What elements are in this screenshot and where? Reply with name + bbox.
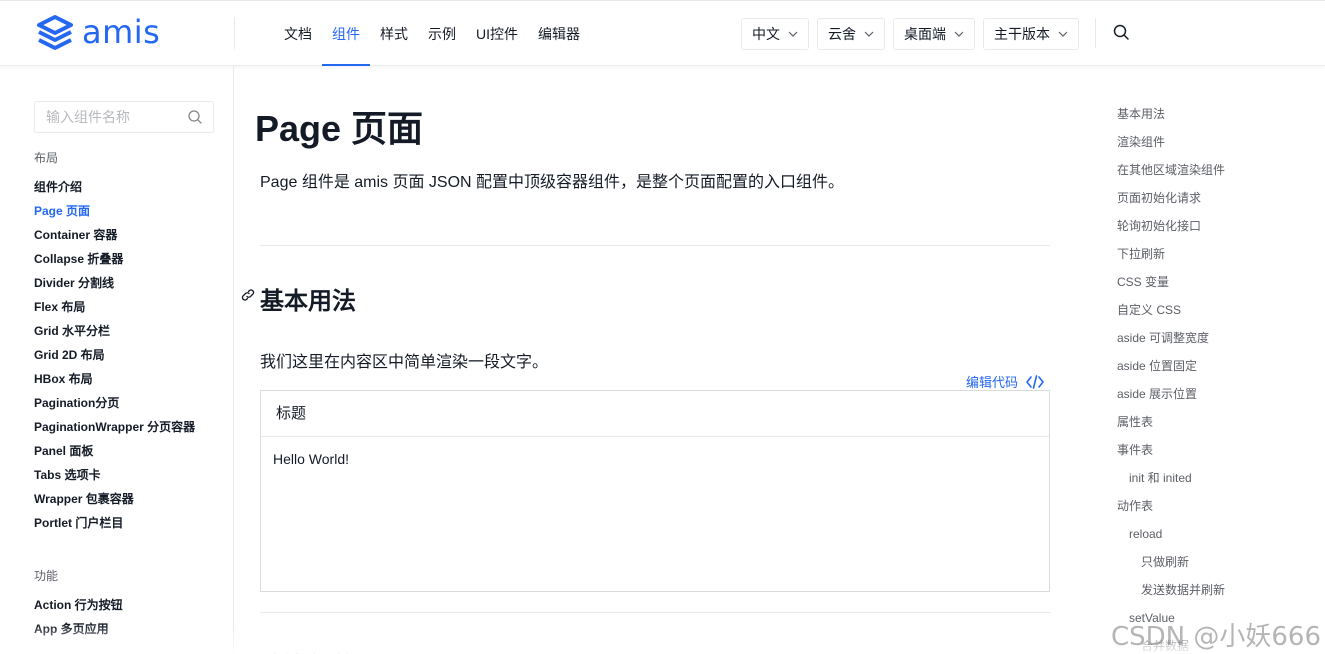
main-nav: 文档 组件 样式 示例 UI控件 编辑器: [274, 1, 590, 66]
preview-page-title: 标题: [261, 391, 1049, 437]
toc-item[interactable]: aside 位置固定: [1117, 352, 1225, 380]
toc-item[interactable]: init 和 inited: [1117, 464, 1225, 492]
version-select[interactable]: 主干版本: [983, 18, 1079, 50]
menu-item-collapse[interactable]: Collapse 折叠器: [34, 247, 195, 271]
toc-item[interactable]: 在其他区域渲染组件: [1117, 156, 1225, 184]
toc-item[interactable]: 下拉刷新: [1117, 240, 1225, 268]
menu-item-intro[interactable]: 组件介绍: [34, 175, 195, 199]
component-search[interactable]: [34, 101, 214, 133]
component-sidebar: 布局 组件介绍 Page 页面 Container 容器 Collapse 折叠…: [0, 66, 234, 654]
menu-item-pagination-wrapper[interactable]: PaginationWrapper 分页容器: [34, 415, 195, 439]
nav-editor[interactable]: 编辑器: [528, 1, 590, 66]
amis-logo[interactable]: amis: [34, 13, 160, 55]
amis-logo-icon: [37, 15, 73, 50]
chevron-down-icon: [954, 31, 964, 37]
platform-select[interactable]: 桌面端: [893, 18, 975, 50]
search-icon[interactable]: [187, 109, 203, 125]
page-title: Page 页面: [255, 108, 424, 149]
top-header: amis 文档 组件 样式 示例 UI控件 编辑器 中文 云舍 桌面端 主干版本: [0, 0, 1325, 66]
toc-item[interactable]: 基本用法: [1117, 100, 1225, 128]
menu-item-tabs[interactable]: Tabs 选项卡: [34, 463, 195, 487]
page-intro: Page 组件是 amis 页面 JSON 配置中顶级容器组件，是整个页面配置的…: [260, 174, 845, 191]
preview-page-body: Hello World!: [273, 451, 349, 467]
section-text: 我们这里在内容区中简单渲染一段文字。: [260, 354, 549, 371]
section-title-basic-usage: 基本用法: [260, 288, 356, 315]
language-select-value: 中文: [752, 26, 780, 42]
toc-item[interactable]: 动作表: [1117, 492, 1225, 520]
nav-components[interactable]: 组件: [322, 1, 370, 66]
theme-select[interactable]: 云舍: [817, 18, 885, 50]
component-search-input[interactable]: [35, 102, 175, 132]
menu-item-app[interactable]: App 多页应用: [34, 617, 123, 641]
edit-code-label: 编辑代码: [966, 375, 1019, 390]
toc-item[interactable]: 页面初始化请求: [1117, 184, 1225, 212]
toc-item[interactable]: aside 可调整宽度: [1117, 324, 1225, 352]
toc-item[interactable]: 事件表: [1117, 436, 1225, 464]
menu-item-flex[interactable]: Flex 布局: [34, 295, 195, 319]
chevron-down-icon: [788, 31, 798, 37]
code-icon: [1026, 374, 1044, 389]
toc-item[interactable]: reload: [1117, 520, 1225, 548]
nav-examples[interactable]: 示例: [418, 1, 466, 66]
chevron-down-icon: [1058, 31, 1068, 37]
section-divider: [260, 612, 1050, 613]
toc-item[interactable]: 渲染组件: [1117, 128, 1225, 156]
nav-ui-controls[interactable]: UI控件: [466, 1, 528, 66]
group-title-function: 功能: [34, 569, 59, 583]
header-divider: [1095, 18, 1096, 48]
platform-select-value: 桌面端: [904, 26, 946, 42]
menu-item-grid[interactable]: Grid 水平分栏: [34, 319, 195, 343]
edit-code-button[interactable]: 编辑代码: [966, 372, 1044, 391]
header-selects: 中文 云舍 桌面端 主干版本: [741, 18, 1079, 50]
toc-item[interactable]: 属性表: [1117, 408, 1225, 436]
toc-item[interactable]: 自定义 CSS: [1117, 296, 1225, 324]
menu-item-hbox[interactable]: HBox 布局: [34, 367, 195, 391]
doc-content: Page 页面 Page 组件是 amis 页面 JSON 配置中顶级容器组件，…: [235, 66, 1095, 654]
version-select-value: 主干版本: [994, 26, 1050, 42]
nav-docs[interactable]: 文档: [274, 1, 322, 66]
toc-item[interactable]: 发送数据并刷新: [1117, 576, 1225, 604]
menu-item-grid-2d[interactable]: Grid 2D 布局: [34, 343, 195, 367]
menu-item-action[interactable]: Action 行为按钮: [34, 593, 123, 617]
section-title-render-components: 渲染组件: [260, 646, 356, 654]
menu-item-portlet[interactable]: Portlet 门户栏目: [34, 511, 195, 535]
menu-item-divider[interactable]: Divider 分割线: [34, 271, 195, 295]
menu-item-panel[interactable]: Panel 面板: [34, 439, 195, 463]
toc-item[interactable]: 轮询初始化接口: [1117, 212, 1225, 240]
menu-item-page[interactable]: Page 页面: [34, 199, 195, 223]
theme-select-value: 云舍: [828, 26, 856, 42]
section-divider: [260, 245, 1050, 246]
example-preview: 标题 Hello World!: [260, 390, 1050, 592]
toc-item[interactable]: CSS 变量: [1117, 268, 1225, 296]
header-divider: [234, 17, 235, 49]
table-of-contents: 基本用法 渲染组件 在其他区域渲染组件 页面初始化请求 轮询初始化接口 下拉刷新…: [1117, 100, 1225, 654]
chevron-down-icon: [864, 31, 874, 37]
menu-item-wrapper[interactable]: Wrapper 包裹容器: [34, 487, 195, 511]
watermark: CSDN @小妖666: [1110, 622, 1321, 652]
group-title-layout: 布局: [34, 151, 59, 165]
logo-text: amis: [82, 13, 161, 51]
menu-item-pagination[interactable]: Pagination分页: [34, 391, 195, 415]
function-menu: Action 行为按钮 App 多页应用: [34, 593, 123, 641]
link-icon[interactable]: [240, 287, 256, 303]
search-icon[interactable]: [1112, 23, 1130, 41]
menu-item-container[interactable]: Container 容器: [34, 223, 195, 247]
toc-item[interactable]: aside 展示位置: [1117, 380, 1225, 408]
nav-styles[interactable]: 样式: [370, 1, 418, 66]
toc-item[interactable]: 只做刷新: [1117, 548, 1225, 576]
layout-menu: 组件介绍 Page 页面 Container 容器 Collapse 折叠器 D…: [34, 175, 195, 535]
language-select[interactable]: 中文: [741, 18, 809, 50]
